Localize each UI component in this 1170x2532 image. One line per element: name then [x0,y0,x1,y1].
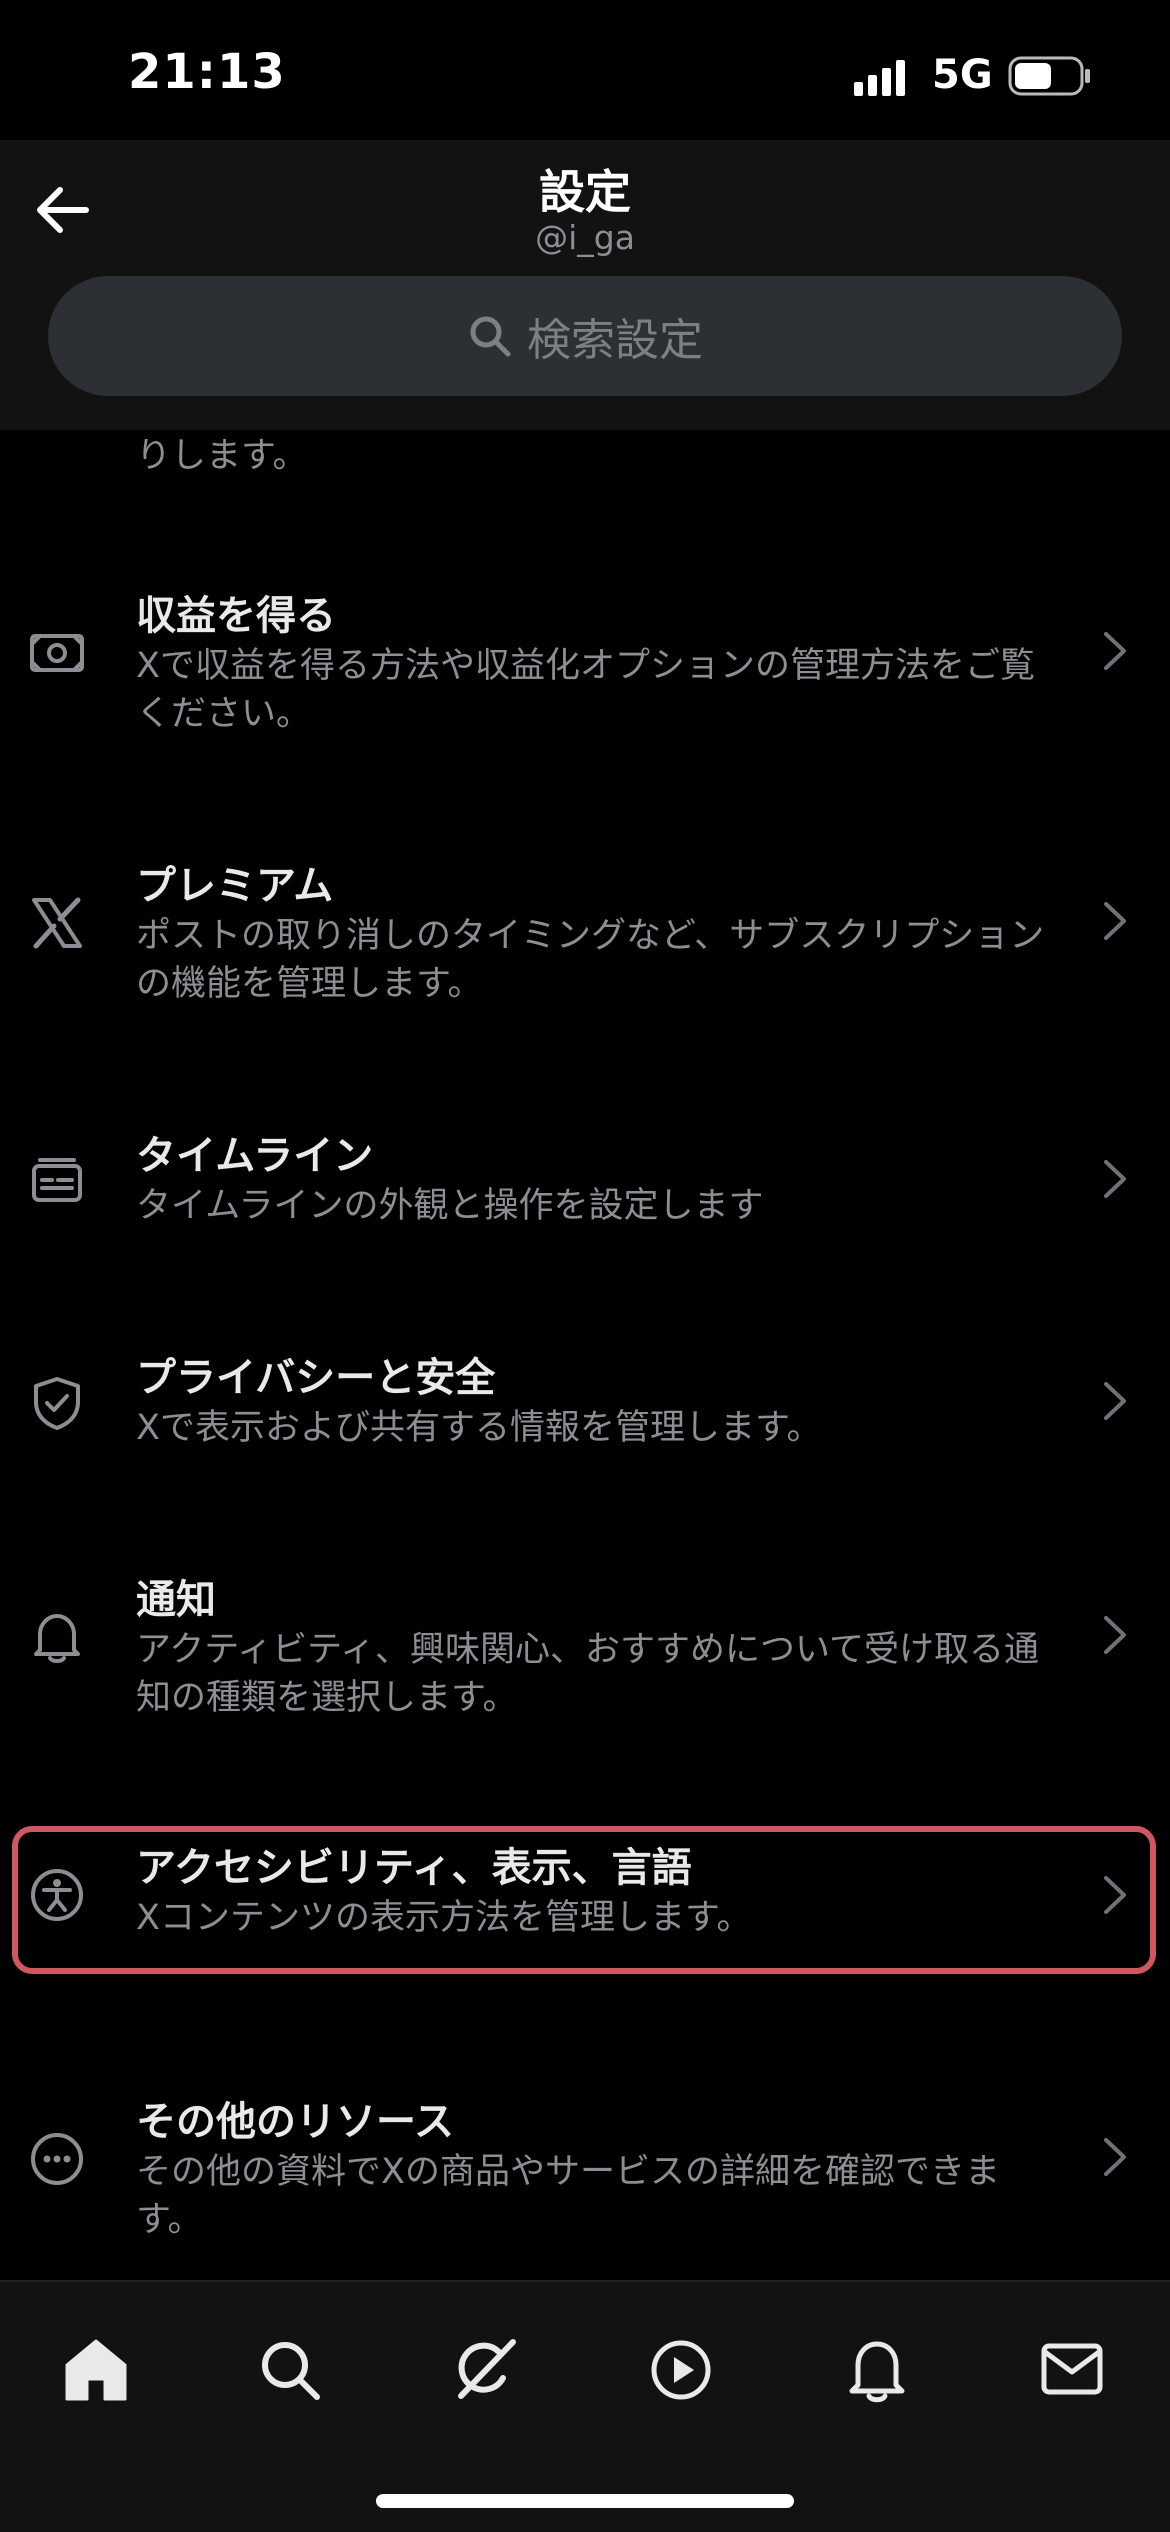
chevron-right-icon [1104,1382,1126,1420]
settings-item-additional-resources[interactable]: その他のリソース その他の資料でXの商品やサービスの詳細を確認できます。 [0,2096,1170,2240]
more-circle-icon [31,2133,83,2185]
settings-item-timeline[interactable]: タイムライン タイムラインの外観と操作を設定します [0,1130,1170,1230]
tab-home[interactable] [48,2322,144,2418]
settings-screen: 21:13 5G 設定 @i_ga 検索設定 りします。 収益を得る Xで収益を… [0,0,1170,2532]
settings-item-title: その他のリソース [136,2099,454,2145]
settings-item-description: Xで表示および共有する情報を管理します。 [136,1408,822,1448]
settings-item-premium[interactable]: プレミアム ポストの取り消しのタイミングなど、サブスクリプションの機能を管理しま… [0,860,1170,1004]
network-type: 5G [932,52,993,98]
settings-list: りします。 収益を得る Xで収益を得る方法や収益化オプションの管理方法をご覧くだ… [0,430,1170,2280]
search-icon [470,316,511,357]
settings-item-description: その他の資料でXの商品やサービスの詳細を確認できます。 [136,2152,1000,2240]
accessibility-icon [31,1869,83,1921]
settings-item-description: Xコンテンツの表示方法を管理します。 [136,1898,752,1938]
bell-icon [34,1614,80,1663]
settings-item-title: 通知 [136,1577,216,1623]
partial-item-description: りします。 [136,436,308,476]
settings-item-monetization[interactable]: 収益を得る Xで収益を得る方法や収益化オプションの管理方法をご覧ください。 [0,590,1170,734]
search-placeholder: 検索設定 [527,315,703,366]
chevron-right-icon [1104,632,1126,670]
status-bar: 21:13 5G [0,0,1170,150]
settings-item-privacy-safety[interactable]: プライバシーと安全 Xで表示および共有する情報を管理します。 [0,1352,1170,1452]
settings-item-accessibility-display-languages[interactable]: アクセシビリティ、表示、言語 Xコンテンツの表示方法を管理します。 [0,1842,1170,1952]
tab-video[interactable] [633,2322,729,2418]
settings-item-description: タイムラインの外観と操作を設定します [136,1186,764,1226]
money-icon [30,634,84,672]
shield-icon [34,1377,80,1430]
play-icon [651,2340,711,2400]
chevron-right-icon [1104,902,1126,940]
tab-search[interactable] [242,2322,338,2418]
page-title: 設定 [539,165,631,219]
search-icon [262,2342,320,2400]
tab-notifications[interactable] [829,2322,925,2418]
settings-item-title: プライバシーと安全 [136,1355,496,1401]
chevron-right-icon [1104,1160,1126,1198]
bell-icon [849,2341,905,2403]
settings-item-description: アクティビティ、興味関心、おすすめについて受け取る通知の種類を選択します。 [136,1630,1040,1718]
tab-grok[interactable] [437,2322,533,2418]
settings-item-title: タイムライン [136,1133,374,1179]
home-indicator [376,2494,794,2508]
bottom-tab-bar [0,2280,1170,2532]
chevron-right-icon [1104,1876,1126,1914]
settings-item-title: アクセシビリティ、表示、言語 [136,1845,692,1891]
settings-item-description: ポストの取り消しのタイミングなど、サブスクリプションの機能を管理します。 [136,916,1045,1004]
status-time: 21:13 [128,44,286,100]
settings-item-title: 収益を得る [136,593,336,639]
settings-item-title: プレミアム [136,863,334,909]
home-icon [65,2339,127,2401]
battery-icon [1008,56,1090,96]
signal-icon [854,60,905,96]
grok-icon [458,2339,516,2399]
search-input[interactable]: 検索設定 [48,276,1122,396]
x-logo-icon [32,897,82,949]
chevron-right-icon [1104,2138,1126,2176]
settings-header: 設定 @i_ga 検索設定 [0,140,1170,430]
mail-icon [1041,2343,1103,2395]
tab-messages[interactable] [1024,2322,1120,2418]
account-handle: @i_ga [535,218,635,257]
chevron-right-icon [1104,1616,1126,1654]
timeline-icon [32,1158,82,1202]
settings-item-description: Xで収益を得る方法や収益化オプションの管理方法をご覧ください。 [136,646,1035,734]
settings-item-notifications[interactable]: 通知 アクティビティ、興味関心、おすすめについて受け取る通知の種類を選択します。 [0,1574,1170,1718]
